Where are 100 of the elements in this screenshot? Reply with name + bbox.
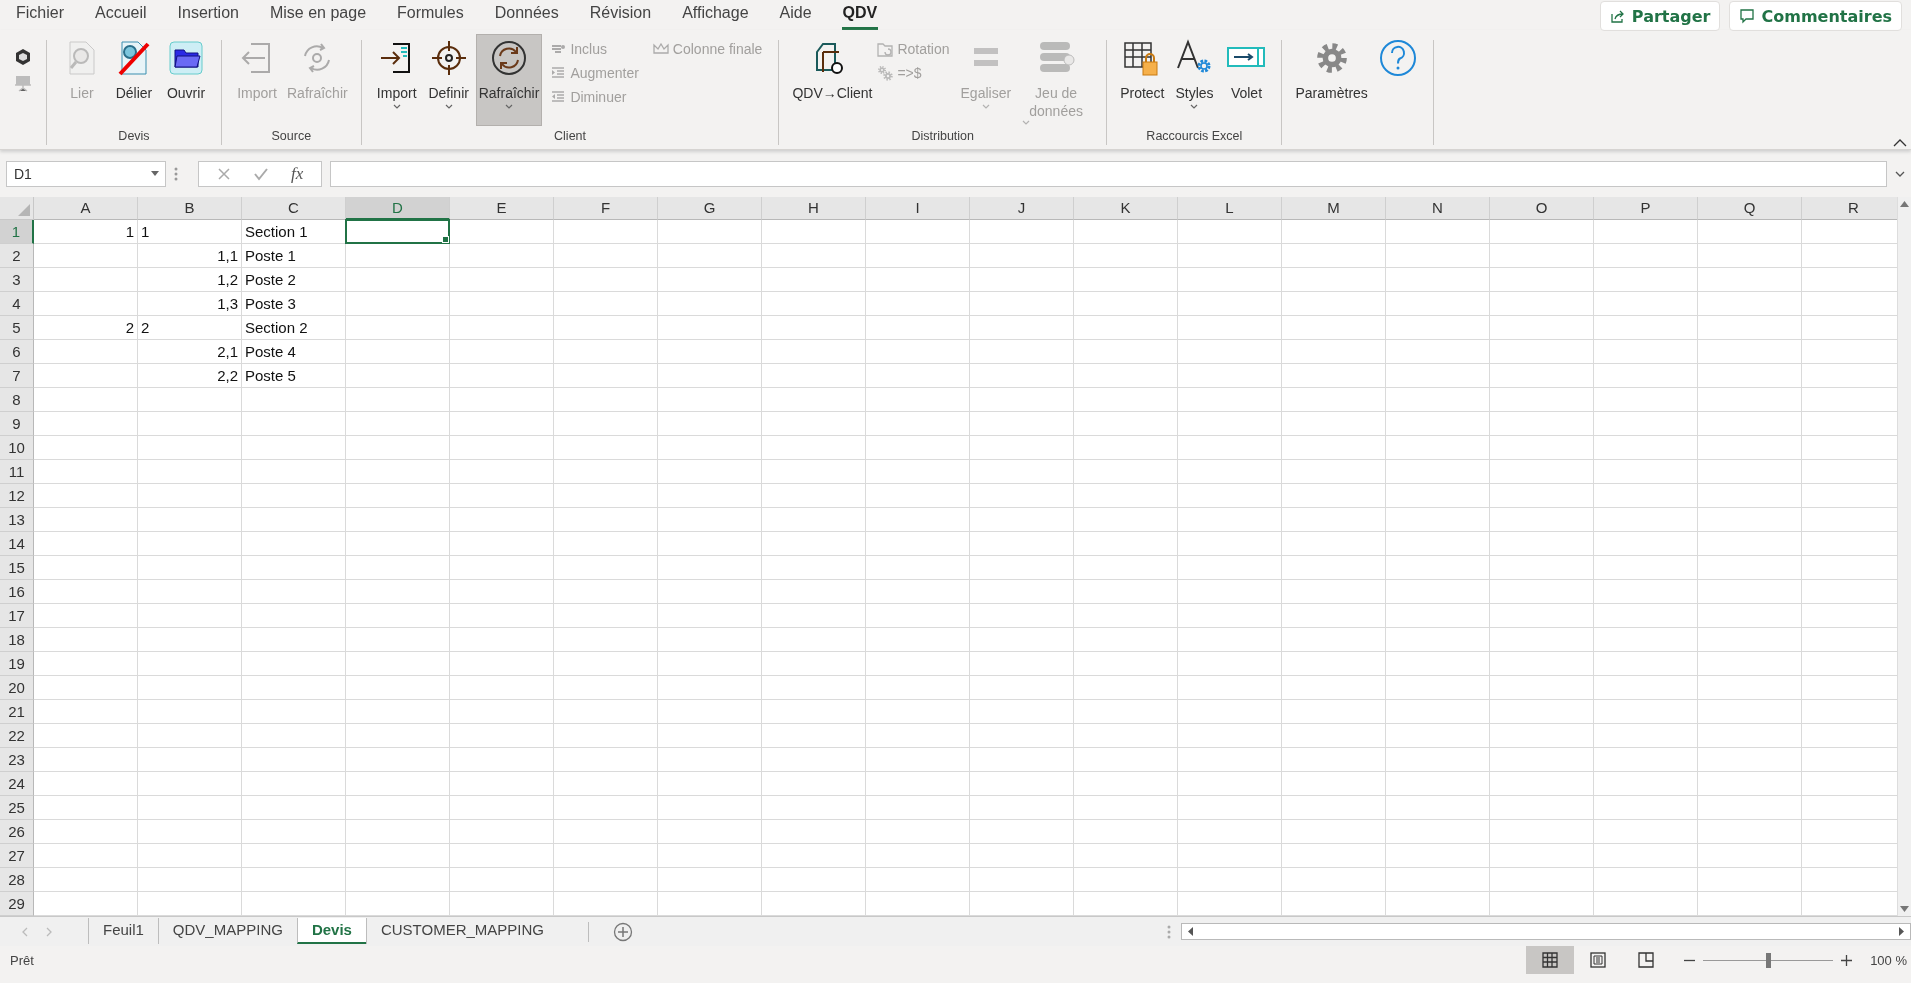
menu-tab[interactable]: Mise en page — [268, 0, 368, 30]
ribbon-button[interactable]: Délier — [109, 34, 159, 126]
help-icon — [1377, 38, 1418, 78]
name-box[interactable]: D1 — [6, 160, 166, 187]
cancel-icon[interactable] — [217, 166, 231, 181]
share-icon — [1609, 8, 1626, 24]
formula-input[interactable] — [330, 160, 1887, 187]
row-header[interactable]: 1 — [0, 220, 34, 244]
row-header[interactable]: 25 — [0, 796, 34, 820]
column-header[interactable]: N — [1386, 197, 1490, 220]
column-header[interactable]: B — [138, 197, 242, 220]
row-header[interactable]: 7 — [0, 364, 34, 388]
sheet-tab[interactable]: Devis — [296, 917, 366, 944]
ribbon-button[interactable]: Protect — [1117, 34, 1168, 126]
row-header[interactable]: 6 — [0, 340, 34, 364]
sheet-tab[interactable]: Feuil1 — [88, 917, 158, 944]
zoom-slider-thumb[interactable] — [1766, 952, 1772, 968]
row-header[interactable]: 10 — [0, 436, 34, 460]
group-label: Distribution — [910, 129, 975, 145]
row-header[interactable]: 3 — [0, 268, 34, 292]
column-header[interactable]: L — [1178, 197, 1282, 220]
menu-tab[interactable]: Affichage — [681, 0, 750, 30]
row-header[interactable]: 2 — [0, 244, 34, 268]
insert-function-button[interactable]: fx — [291, 163, 304, 184]
column-header[interactable]: G — [658, 197, 762, 220]
row-header[interactable]: 14 — [0, 532, 34, 556]
row-header[interactable]: 27 — [0, 844, 34, 868]
row-header[interactable]: 21 — [0, 700, 34, 724]
menu-tab[interactable]: Révision — [588, 0, 653, 30]
ribbon-button[interactable]: Volet — [1221, 34, 1272, 126]
active-cell[interactable] — [345, 219, 450, 244]
ribbon-button[interactable]: Styles — [1169, 34, 1220, 126]
collapse-icon[interactable] — [1893, 138, 1907, 147]
column-header[interactable]: R — [1802, 197, 1897, 220]
row-header[interactable]: 15 — [0, 556, 34, 580]
row-header[interactable]: 12 — [0, 484, 34, 508]
column-header[interactable]: C — [242, 197, 346, 220]
dropdown-icon — [151, 171, 159, 176]
sheet-tab[interactable]: CUSTOMER_MAPPING — [365, 917, 558, 944]
row-header[interactable]: 8 — [0, 388, 34, 412]
menu-tab[interactable]: Formules — [396, 0, 465, 30]
row-header[interactable]: 20 — [0, 676, 34, 700]
presentation-icon[interactable] — [14, 74, 32, 92]
menu-tab[interactable]: Aide — [778, 0, 813, 30]
table-cell-text: Section 1 — [244, 222, 309, 242]
ribbon-button[interactable]: Ouvrir — [161, 34, 211, 126]
column-header[interactable]: P — [1594, 197, 1698, 220]
column-header[interactable]: F — [554, 197, 658, 220]
group-label: Client — [553, 129, 587, 145]
row-header[interactable]: 5 — [0, 316, 34, 340]
column-header[interactable]: J — [970, 197, 1074, 220]
ribbon-button[interactable]: Definir — [423, 34, 474, 126]
horizontal-scrollbar[interactable] — [1181, 923, 1911, 940]
row-header[interactable]: 16 — [0, 580, 34, 604]
table-cell-text: 2,1 — [216, 342, 239, 362]
menu-tab[interactable]: Fichier — [15, 0, 65, 30]
column-header[interactable]: I — [866, 197, 970, 220]
view-button[interactable] — [1526, 946, 1575, 974]
column-header[interactable]: Q — [1698, 197, 1802, 220]
row-header[interactable]: 11 — [0, 460, 34, 484]
column-header[interactable]: O — [1490, 197, 1594, 220]
ribbon-button[interactable]: Paramètres — [1292, 34, 1371, 126]
row-header[interactable]: 18 — [0, 628, 34, 652]
column-header[interactable]: M — [1282, 197, 1386, 220]
cube-icon[interactable] — [14, 48, 32, 66]
zoom-in-icon[interactable] — [1841, 954, 1853, 966]
add-sheet-icon[interactable] — [613, 921, 633, 942]
comments-button[interactable]: Commentaires — [1729, 1, 1902, 31]
column-header[interactable]: E — [450, 197, 554, 220]
scroll-up-icon[interactable] — [1900, 201, 1909, 207]
share-button[interactable]: Partager — [1599, 1, 1721, 31]
column-header[interactable]: D — [346, 197, 450, 220]
column-header[interactable]: H — [762, 197, 866, 220]
menu-tab[interactable]: Données — [493, 0, 560, 30]
column-header[interactable]: A — [34, 197, 138, 220]
table-cell-text: Poste 5 — [244, 366, 297, 386]
row-header[interactable]: 29 — [0, 892, 34, 916]
row-header[interactable]: 24 — [0, 772, 34, 796]
comment-icon — [1739, 8, 1756, 24]
row-header[interactable]: 19 — [0, 652, 34, 676]
expand-icon[interactable] — [1895, 170, 1905, 177]
row-header[interactable]: 23 — [0, 748, 34, 772]
drag-handle-icon[interactable] — [1167, 924, 1171, 939]
row-header[interactable]: 4 — [0, 292, 34, 316]
column-header[interactable]: K — [1074, 197, 1178, 220]
menu-tab[interactable]: Insertion — [176, 0, 240, 30]
zoom-level[interactable]: 100 % — [1870, 952, 1907, 968]
row-header[interactable]: 22 — [0, 724, 34, 748]
row-header[interactable]: 9 — [0, 412, 34, 436]
menu-tab[interactable]: QDV — [841, 0, 879, 30]
scroll-down-icon[interactable] — [1900, 906, 1909, 912]
menu-tab[interactable]: Accueil — [94, 0, 148, 30]
row-header[interactable]: 17 — [0, 604, 34, 628]
ribbon-button[interactable]: Rafraîchir — [475, 34, 543, 126]
row-header[interactable]: 26 — [0, 820, 34, 844]
row-header[interactable]: 13 — [0, 508, 34, 532]
ribbon-button[interactable]: Import — [371, 34, 422, 126]
sheet-tab[interactable]: QDV_MAPPING — [157, 917, 297, 944]
row-header[interactable]: 28 — [0, 868, 34, 892]
check-icon[interactable] — [253, 166, 269, 181]
